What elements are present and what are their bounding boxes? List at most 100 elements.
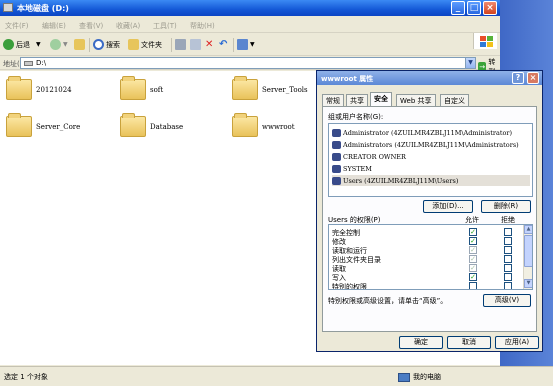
window-title: 本地磁盘 (D:) [17,4,69,13]
copy-to-icon [190,39,201,50]
deny-checkbox[interactable] [504,282,512,289]
menu-edit[interactable]: 编辑(E) [42,21,66,31]
tab-web-sharing[interactable]: Web 共享 [396,94,436,106]
allow-checkbox[interactable] [469,282,477,289]
apply-button[interactable]: 应用(A) [495,336,539,349]
menu-bar: 文件(F) 编辑(E) 查看(V) 收藏(A) 工具(T) 帮助(H) [0,16,500,49]
deny-checkbox[interactable] [504,237,512,245]
folder-icon [120,113,146,137]
chevron-down-icon: ▼ [63,41,68,48]
search-button[interactable]: 搜索 [93,37,120,52]
maximize-button[interactable]: □ [467,1,481,15]
drive-icon [3,3,13,12]
group-icon [332,164,341,173]
toolbar: 后退 ▼ ▼ 搜索 文件夹 ✕ ↶ ▼ [0,34,500,56]
move-to-button[interactable] [175,37,188,52]
copy-to-button[interactable] [190,37,203,52]
list-item[interactable]: Administrators (4ZUILMR4ZBLJ11M\Administ… [332,139,530,150]
user-name: Administrators (4ZUILMR4ZBLJ11M\Administ… [343,140,519,149]
folders-label: 文件夹 [141,40,162,49]
user-name: CREATOR OWNER [343,152,406,161]
tab-general[interactable]: 常规 [322,94,344,106]
user-name: Administrator (4ZUILMR4ZBLJ11M\Administr… [343,128,513,137]
chevron-down-icon: ▼ [250,41,255,48]
folder-name: wwwroot [262,123,295,131]
drive-icon [24,61,33,66]
undo-icon[interactable]: ↶ [219,37,227,52]
tab-sharing[interactable]: 共享 [346,94,368,106]
folder-icon [6,76,32,100]
allow-checkbox[interactable]: ✓ [469,246,477,254]
tab-security[interactable]: 安全 [370,92,392,106]
dialog-close-button[interactable]: × [527,72,539,84]
special-permissions-text: 特别权限或高级设置，请单击“高级”。 [328,297,448,305]
folder-name: 20121024 [36,86,72,94]
allow-checkbox[interactable]: ✓ [469,255,477,263]
folder-icon [232,76,258,100]
folder-item[interactable]: Database [114,113,224,143]
back-arrow-icon [3,39,14,50]
deny-checkbox[interactable] [504,264,512,272]
scroll-thumb[interactable] [524,235,532,267]
folder-item[interactable]: Server_Core [0,113,110,143]
chevron-down-icon[interactable]: ▼ [36,41,41,48]
help-button[interactable]: ? [512,72,524,84]
table-row: 特别的权限 [329,281,524,289]
add-user-button[interactable]: 添加(D)... [423,200,473,213]
permissions-table[interactable]: ▲ ▼ 完全控制 ✓ 修改 ✓ 读取和运行 ✓ 列出文件夹目录 ✓ 读取 ✓ 写入 ✓ 特别的权限 [328,224,533,290]
folder-name: Database [150,123,184,131]
deny-checkbox[interactable] [504,246,512,254]
folder-name: Server_Tools [262,86,308,94]
list-item-selected[interactable]: Users (4ZUILMR4ZBLJ11M\Users) [332,175,530,186]
group-icon [332,152,341,161]
ok-button[interactable]: 确定 [399,336,443,349]
address-input[interactable]: D:\ [20,57,466,69]
up-folder-button[interactable] [74,37,87,52]
tab-customize[interactable]: 自定义 [440,94,469,106]
menu-tools[interactable]: 工具(T) [153,21,177,31]
menu-view[interactable]: 查看(V) [79,21,103,31]
move-to-icon [175,39,186,50]
forward-button[interactable]: ▼ [50,37,68,52]
menu-favorites[interactable]: 收藏(A) [116,21,140,31]
list-item[interactable]: CREATOR OWNER [332,151,530,162]
dialog-title: wwwroot 属性 [321,75,374,83]
allow-checkbox[interactable]: ✓ [469,264,477,272]
close-button[interactable]: × [483,1,497,15]
status-location: 我的电脑 [398,372,441,382]
scroll-up-icon[interactable]: ▲ [524,225,532,234]
list-item[interactable]: Administrator (4ZUILMR4ZBLJ11M\Administr… [332,127,530,138]
back-button[interactable]: 后退 ▼ [3,37,41,52]
explorer-title-bar[interactable]: 本地磁盘 (D:) _ □ × [0,0,500,16]
remove-user-button[interactable]: 删除(R) [481,200,531,213]
security-panel: 组或用户名称(G): Administrator (4ZUILMR4ZBLJ11… [322,106,537,332]
views-icon [237,39,248,50]
menu-file[interactable]: 文件(F) [5,21,29,31]
users-list[interactable]: Administrator (4ZUILMR4ZBLJ11M\Administr… [328,123,533,197]
menu-help[interactable]: 帮助(H) [190,21,215,31]
list-item[interactable]: SYSTEM [332,163,530,174]
status-selection: 选定 1 个对象 [4,373,48,381]
advanced-button[interactable]: 高级(V) [483,294,531,307]
folders-icon [128,39,139,50]
delete-icon[interactable]: ✕ [205,37,213,52]
folder-name: Server_Core [36,123,81,131]
folders-button[interactable]: 文件夹 [128,37,162,52]
deny-checkbox[interactable] [504,228,512,236]
deny-checkbox[interactable] [504,273,512,281]
allow-checkbox[interactable]: ✓ [469,228,477,236]
folder-item[interactable]: soft [114,76,224,106]
computer-icon [398,372,410,382]
views-button[interactable]: ▼ [237,37,255,52]
scrollbar[interactable]: ▲ ▼ [523,225,532,289]
allow-checkbox[interactable]: ✓ [469,273,477,281]
allow-checkbox[interactable]: ✓ [469,237,477,245]
cancel-button[interactable]: 取消 [447,336,491,349]
address-dropdown-button[interactable]: ▼ [465,57,476,69]
deny-checkbox[interactable] [504,255,512,263]
minimize-button[interactable]: _ [451,1,465,15]
scroll-down-icon[interactable]: ▼ [524,279,532,288]
folder-item[interactable]: 20121024 [0,76,110,106]
dialog-title-bar[interactable]: wwwroot 属性 ? × [317,71,542,85]
user-name: Users (4ZUILMR4ZBLJ11M\Users) [343,176,459,185]
